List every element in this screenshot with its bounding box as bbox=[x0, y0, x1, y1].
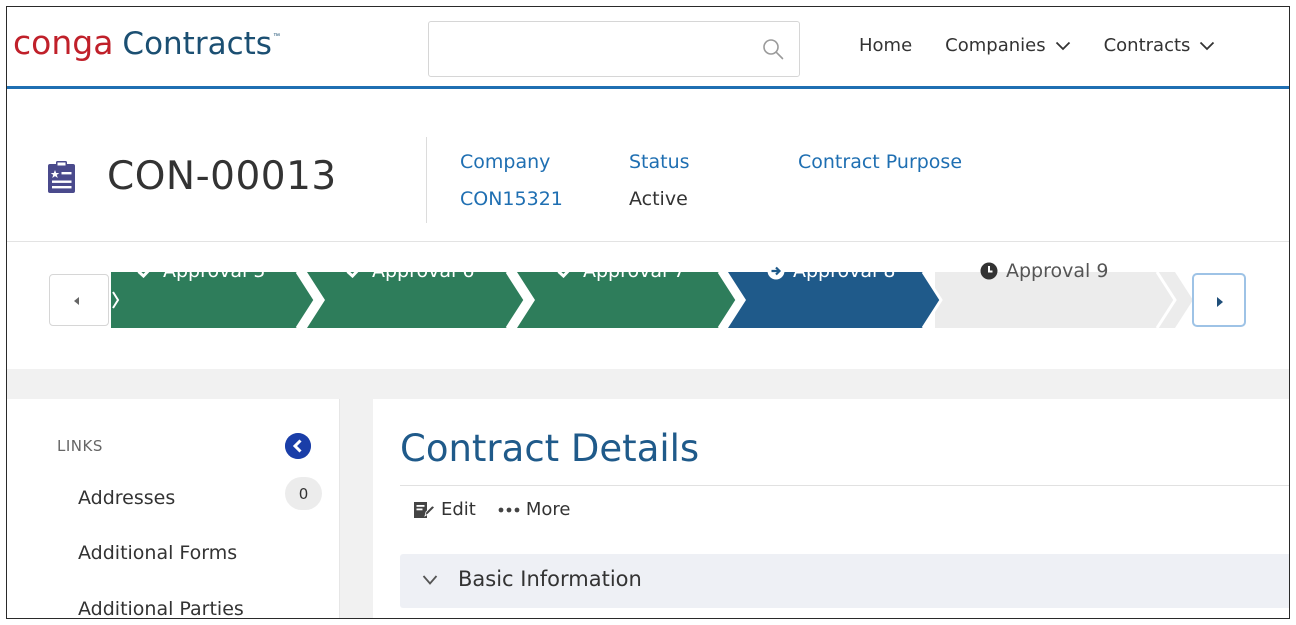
sidebar-item-additional-forms[interactable]: Additional Forms bbox=[78, 542, 237, 564]
approval-path: Approval 5 Approval 6 Approval 7 Approva… bbox=[7, 243, 1289, 369]
sidebar-item-additional-parties[interactable]: Additional Parties bbox=[78, 598, 244, 618]
step-label: Approval 9 bbox=[1006, 260, 1109, 282]
field-company-value[interactable]: CON15321 bbox=[460, 181, 563, 218]
record-id: CON-00013 bbox=[107, 154, 337, 199]
main-panel: Contract Details Edit More Basic Informa… bbox=[373, 399, 1289, 618]
logo-conga-text: conga bbox=[13, 23, 114, 62]
step-approval-8[interactable]: Approval 8 bbox=[767, 243, 895, 299]
chevron-down-icon bbox=[1055, 41, 1070, 50]
nav-contracts[interactable]: Contracts bbox=[1104, 35, 1216, 56]
check-icon bbox=[557, 264, 575, 278]
nav-companies-label: Companies bbox=[945, 35, 1046, 56]
step-approval-9[interactable]: Approval 9 bbox=[980, 243, 1108, 299]
field-contract-purpose-label: Contract Purpose bbox=[798, 151, 963, 173]
global-search[interactable] bbox=[428, 21, 800, 77]
search-input[interactable] bbox=[439, 34, 739, 64]
check-icon bbox=[137, 264, 155, 278]
edit-icon bbox=[414, 501, 435, 518]
addresses-count-badge: 0 bbox=[285, 477, 322, 510]
section-basic-information[interactable]: Basic Information bbox=[400, 554, 1289, 608]
field-contract-purpose: Contract Purpose bbox=[798, 144, 962, 181]
field-company: Company CON15321 bbox=[460, 144, 563, 218]
nav-companies[interactable]: Companies bbox=[945, 35, 1070, 56]
step-label: Approval 5 bbox=[163, 260, 266, 282]
field-status: Status Active bbox=[629, 144, 690, 218]
logo-contracts-text: Contracts bbox=[122, 26, 272, 62]
step-label: Approval 6 bbox=[372, 260, 475, 282]
main-nav: Home Companies Contracts bbox=[859, 35, 1248, 56]
record-header: CON-00013 Company CON15321 Status Active… bbox=[7, 92, 1289, 242]
arrow-circle-icon bbox=[767, 262, 785, 280]
chevron-down-icon bbox=[1200, 41, 1215, 50]
caret-right-icon bbox=[1217, 297, 1223, 307]
field-company-label: Company bbox=[460, 151, 551, 173]
contract-document-icon bbox=[48, 161, 75, 193]
app-window: conga Contracts ™ Home Companies Contrac… bbox=[6, 6, 1290, 619]
sidebar-item-addresses[interactable]: Addresses bbox=[78, 487, 175, 509]
step-label: Approval 7 bbox=[583, 260, 686, 282]
caret-left-icon bbox=[74, 297, 79, 305]
links-title: LINKS bbox=[57, 437, 103, 455]
field-status-label: Status bbox=[629, 151, 690, 173]
logo-trademark: ™ bbox=[272, 33, 280, 40]
check-icon bbox=[346, 264, 364, 278]
edit-label: Edit bbox=[441, 499, 476, 520]
step-approval-5[interactable]: Approval 5 bbox=[137, 243, 265, 299]
action-bar: Edit More bbox=[413, 499, 592, 520]
nav-contracts-label: Contracts bbox=[1103, 35, 1191, 56]
clock-icon bbox=[980, 262, 998, 280]
step-approval-7[interactable]: Approval 7 bbox=[557, 243, 685, 299]
conga-contracts-logo[interactable]: conga Contracts ™ bbox=[13, 23, 280, 67]
search-icon[interactable] bbox=[761, 37, 785, 61]
collapse-sidebar-icon[interactable] bbox=[285, 433, 311, 459]
nav-home[interactable]: Home bbox=[859, 35, 912, 56]
step-approval-6[interactable]: Approval 6 bbox=[346, 243, 474, 299]
more-button[interactable]: More bbox=[498, 499, 571, 520]
links-sidebar: LINKS Addresses 0 Additional Forms Addit… bbox=[7, 399, 340, 618]
chevron-down-icon bbox=[422, 575, 438, 585]
top-navigation-bar: conga Contracts ™ Home Companies Contrac… bbox=[7, 7, 1289, 89]
header-divider bbox=[426, 137, 427, 223]
page-title: Contract Details bbox=[400, 427, 700, 470]
path-previous-button[interactable] bbox=[49, 274, 109, 326]
section-label: Basic Information bbox=[458, 567, 642, 591]
edit-button[interactable]: Edit bbox=[413, 499, 476, 520]
more-label: More bbox=[525, 499, 571, 520]
path-next-button[interactable] bbox=[1192, 273, 1246, 327]
more-dots-icon bbox=[498, 507, 520, 512]
nav-home-label: Home bbox=[859, 35, 913, 56]
field-status-value: Active bbox=[629, 188, 688, 210]
step-label: Approval 8 bbox=[793, 260, 896, 282]
title-divider bbox=[400, 485, 1289, 486]
